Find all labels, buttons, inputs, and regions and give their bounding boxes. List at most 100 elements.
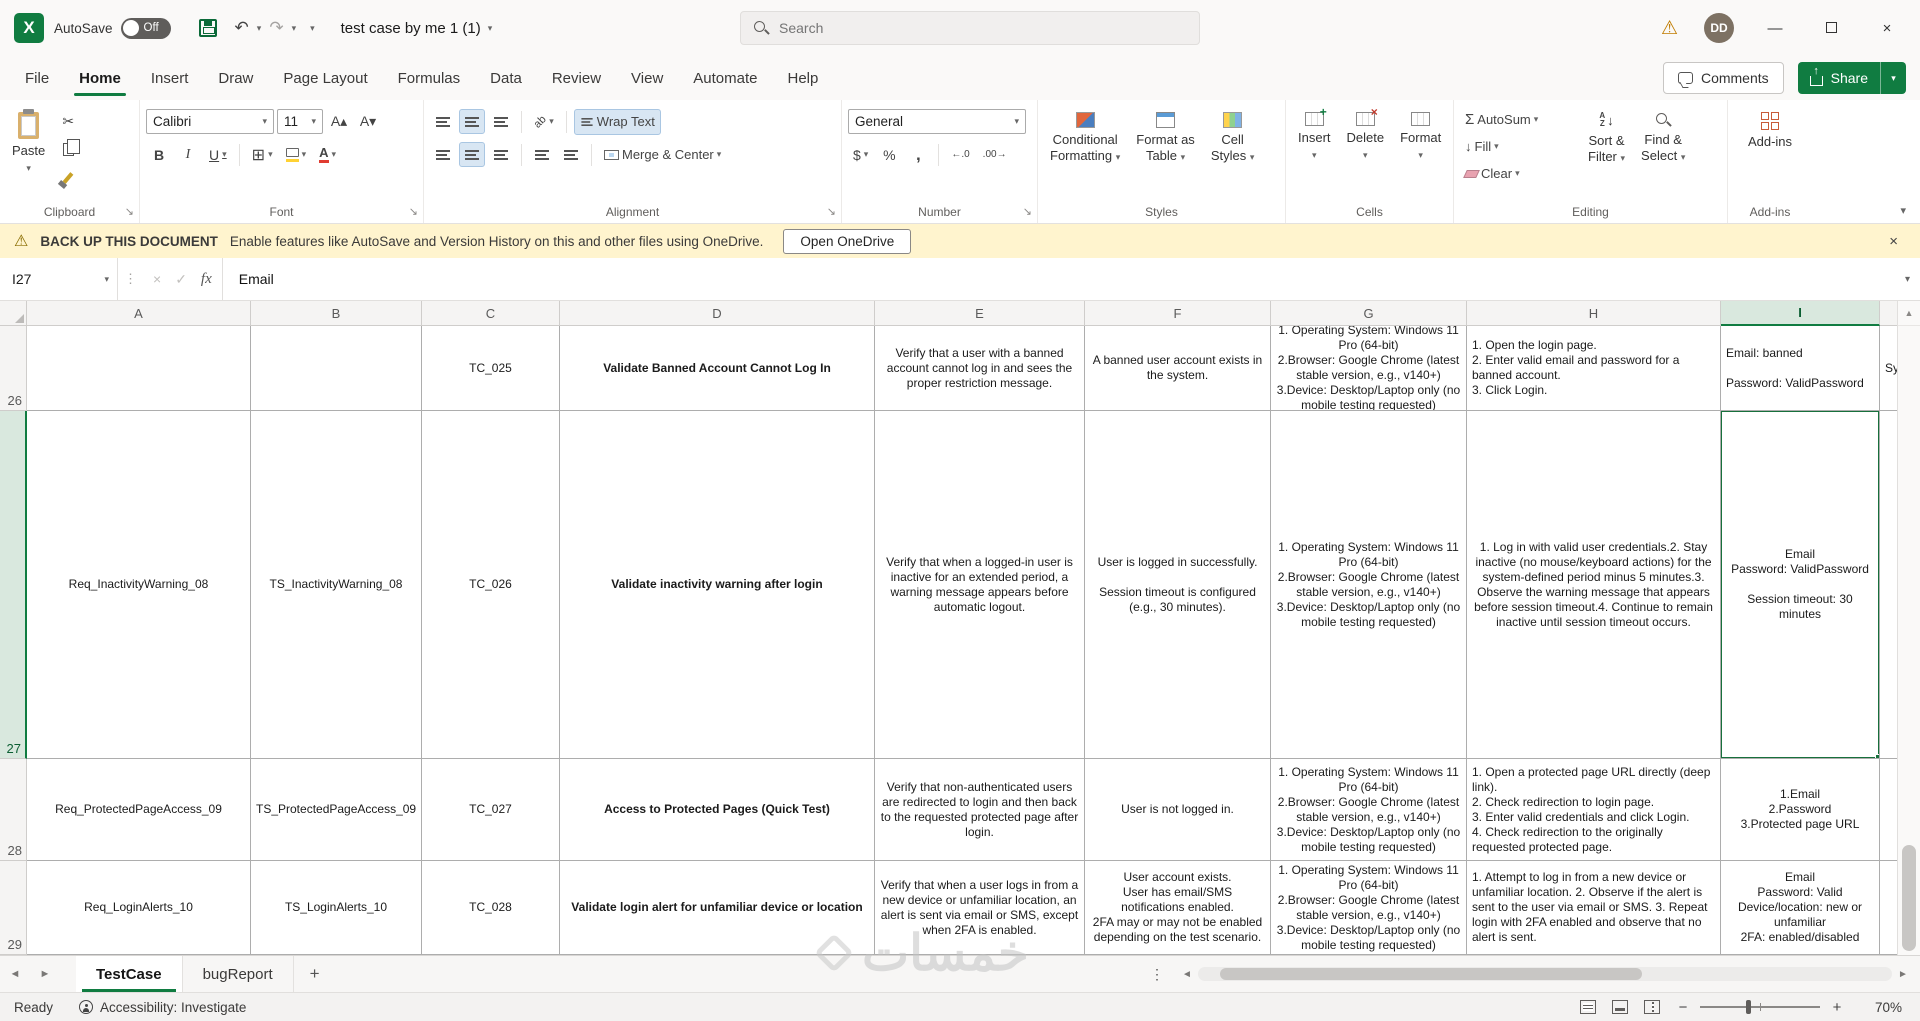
column-header-F[interactable]: F [1085, 301, 1271, 326]
formula-bar-drag-handle[interactable]: ⋮ [118, 271, 143, 287]
decrease-decimal-button[interactable]: .00→ [978, 142, 1012, 167]
zoom-slider[interactable] [1700, 1000, 1820, 1014]
warning-icon[interactable]: ⚠ [1661, 17, 1678, 40]
horizontal-scrollbar[interactable]: ◄ ► [1180, 963, 1910, 985]
ribbon-tab-insert[interactable]: Insert [136, 56, 204, 100]
zoom-level[interactable]: 70% [1860, 1000, 1902, 1015]
cell-D27[interactable]: Validate inactivity warning after login [560, 411, 875, 759]
normal-view-icon[interactable] [1580, 1000, 1596, 1014]
column-header-B[interactable]: B [251, 301, 422, 326]
ribbon-tab-review[interactable]: Review [537, 56, 616, 100]
column-header-C[interactable]: C [422, 301, 560, 326]
cell-G26[interactable]: 1. Operating System: Windows 11 Pro (64-… [1271, 326, 1467, 411]
wrap-text-button[interactable]: Wrap Text [573, 108, 661, 135]
italic-button[interactable]: I [175, 142, 201, 167]
align-right-button[interactable] [488, 142, 514, 167]
merge-center-button[interactable]: Merge & Center ▾ [599, 142, 726, 168]
cell-B26[interactable] [251, 326, 422, 411]
find-select-button[interactable]: Find & Select ▾ [1635, 107, 1691, 201]
cell-C26[interactable]: TC_025 [422, 326, 560, 411]
sheet-options-kebab-icon[interactable]: ⋮ [1150, 956, 1164, 993]
cancel-entry-icon[interactable]: × [153, 271, 161, 287]
increase-font-button[interactable]: A▴ [326, 109, 352, 134]
ribbon-tab-formulas[interactable]: Formulas [383, 56, 476, 100]
column-header-E[interactable]: E [875, 301, 1085, 326]
sheet-tab-testcase[interactable]: TestCase [76, 956, 183, 992]
zoom-in-button[interactable]: + [1830, 999, 1844, 1016]
font-dialog-launcher[interactable]: ↘ [409, 207, 418, 218]
search-box[interactable] [740, 11, 1200, 45]
font-name-combo[interactable]: Calibri ▾ [146, 109, 274, 134]
align-middle-button[interactable] [459, 109, 485, 134]
format-as-table-button[interactable]: Format as Table ▾ [1130, 107, 1201, 201]
row-header-28[interactable]: 28 [0, 759, 27, 861]
cell-H28[interactable]: 1. Open a protected page URL directly (d… [1467, 759, 1721, 861]
font-color-button[interactable]: A ▾ [314, 142, 341, 167]
cell-A28[interactable]: Req_ProtectedPageAccess_09 [27, 759, 251, 861]
vertical-scrollbar-thumb[interactable] [1902, 845, 1916, 951]
cell-E28[interactable]: Verify that non-authenticated users are … [875, 759, 1085, 861]
minimize-button[interactable]: — [1760, 20, 1790, 37]
ribbon-tab-automate[interactable]: Automate [678, 56, 772, 100]
conditional-formatting-button[interactable]: Conditional Formatting ▾ [1044, 107, 1126, 201]
close-button[interactable]: × [1872, 20, 1902, 37]
insert-function-icon[interactable]: fx [201, 271, 212, 288]
column-header-I[interactable]: I [1721, 301, 1880, 326]
next-sheet-arrow-icon[interactable]: ► [30, 956, 60, 992]
addins-button[interactable]: Add-ins [1742, 107, 1798, 201]
page-break-view-icon[interactable] [1644, 1000, 1660, 1014]
align-left-button[interactable] [430, 142, 456, 167]
cell-A26[interactable] [27, 326, 251, 411]
scroll-up-arrow-icon[interactable]: ▲ [1898, 301, 1920, 326]
cell-B28[interactable]: TS_ProtectedPageAccess_09 [251, 759, 422, 861]
cell-A27[interactable]: Req_InactivityWarning_08 [27, 411, 251, 759]
accessibility-status[interactable]: Accessibility: Investigate [79, 1000, 246, 1015]
ribbon-tab-page-layout[interactable]: Page Layout [268, 56, 382, 100]
ribbon-tab-data[interactable]: Data [475, 56, 537, 100]
avatar[interactable]: DD [1704, 13, 1734, 43]
accounting-format-button[interactable]: $ ▾ [848, 142, 873, 167]
insert-cells-button[interactable]: Insert ▾ [1292, 105, 1337, 201]
borders-button[interactable]: ⊞ ▾ [247, 142, 278, 167]
cell-F29[interactable]: User account exists. User has email/SMS … [1085, 861, 1271, 955]
open-onedrive-button[interactable]: Open OneDrive [783, 228, 912, 254]
share-button[interactable]: Share ▾ [1797, 62, 1906, 94]
fill-button[interactable]: ↓ Fill ▾ [1460, 134, 1578, 159]
comma-style-button[interactable]: , [905, 142, 931, 167]
comments-button[interactable]: Comments [1662, 62, 1784, 94]
number-dialog-launcher[interactable]: ↘ [1023, 207, 1032, 218]
vertical-scrollbar[interactable]: ▲ [1897, 301, 1920, 955]
cell-E27[interactable]: Verify that when a logged-in user is ina… [875, 411, 1085, 759]
align-top-button[interactable] [430, 109, 456, 134]
save-icon[interactable] [198, 19, 217, 37]
format-painter-button[interactable] [55, 165, 81, 190]
select-all-corner[interactable] [0, 301, 27, 326]
redo-icon[interactable]: ↷ [265, 18, 287, 38]
confirm-entry-icon[interactable]: ✓ [175, 271, 187, 288]
undo-chevron-icon[interactable]: ▾ [257, 23, 262, 34]
cell-C29[interactable]: TC_028 [422, 861, 560, 955]
cell-B27[interactable]: TS_InactivityWarning_08 [251, 411, 422, 759]
zoom-slider-thumb[interactable] [1745, 1000, 1751, 1014]
cell-B29[interactable]: TS_LoginAlerts_10 [251, 861, 422, 955]
cell-F27[interactable]: User is logged in successfully. Session … [1085, 411, 1271, 759]
column-header-G[interactable]: G [1271, 301, 1467, 326]
scroll-left-arrow-icon[interactable]: ◄ [1180, 969, 1194, 980]
format-cells-button[interactable]: Format ▾ [1394, 107, 1447, 201]
increase-decimal-button[interactable]: ←.0 [946, 142, 974, 167]
sort-filter-button[interactable]: A Z ↓ Sort & Filter ▾ [1582, 107, 1631, 201]
cell-I28[interactable]: 1.Email 2.Password 3.Protected page URL [1721, 759, 1880, 861]
undo-icon[interactable]: ↶ [231, 18, 253, 38]
cell-D28[interactable]: Access to Protected Pages (Quick Test) [560, 759, 875, 861]
align-bottom-button[interactable] [488, 109, 514, 134]
cell-C28[interactable]: TC_027 [422, 759, 560, 861]
cell-styles-button[interactable]: Cell Styles ▾ [1205, 107, 1261, 201]
zoom-out-button[interactable]: − [1676, 999, 1690, 1016]
cell-A29[interactable]: Req_LoginAlerts_10 [27, 861, 251, 955]
ribbon-tab-file[interactable]: File [10, 56, 64, 100]
search-input[interactable] [779, 20, 1187, 36]
restore-button[interactable] [1816, 20, 1846, 37]
cell-F28[interactable]: User is not logged in. [1085, 759, 1271, 861]
collapse-ribbon-chevron-icon[interactable]: ▾ [1900, 204, 1906, 217]
expand-formula-bar-chevron-icon[interactable]: ▾ [1895, 274, 1920, 285]
